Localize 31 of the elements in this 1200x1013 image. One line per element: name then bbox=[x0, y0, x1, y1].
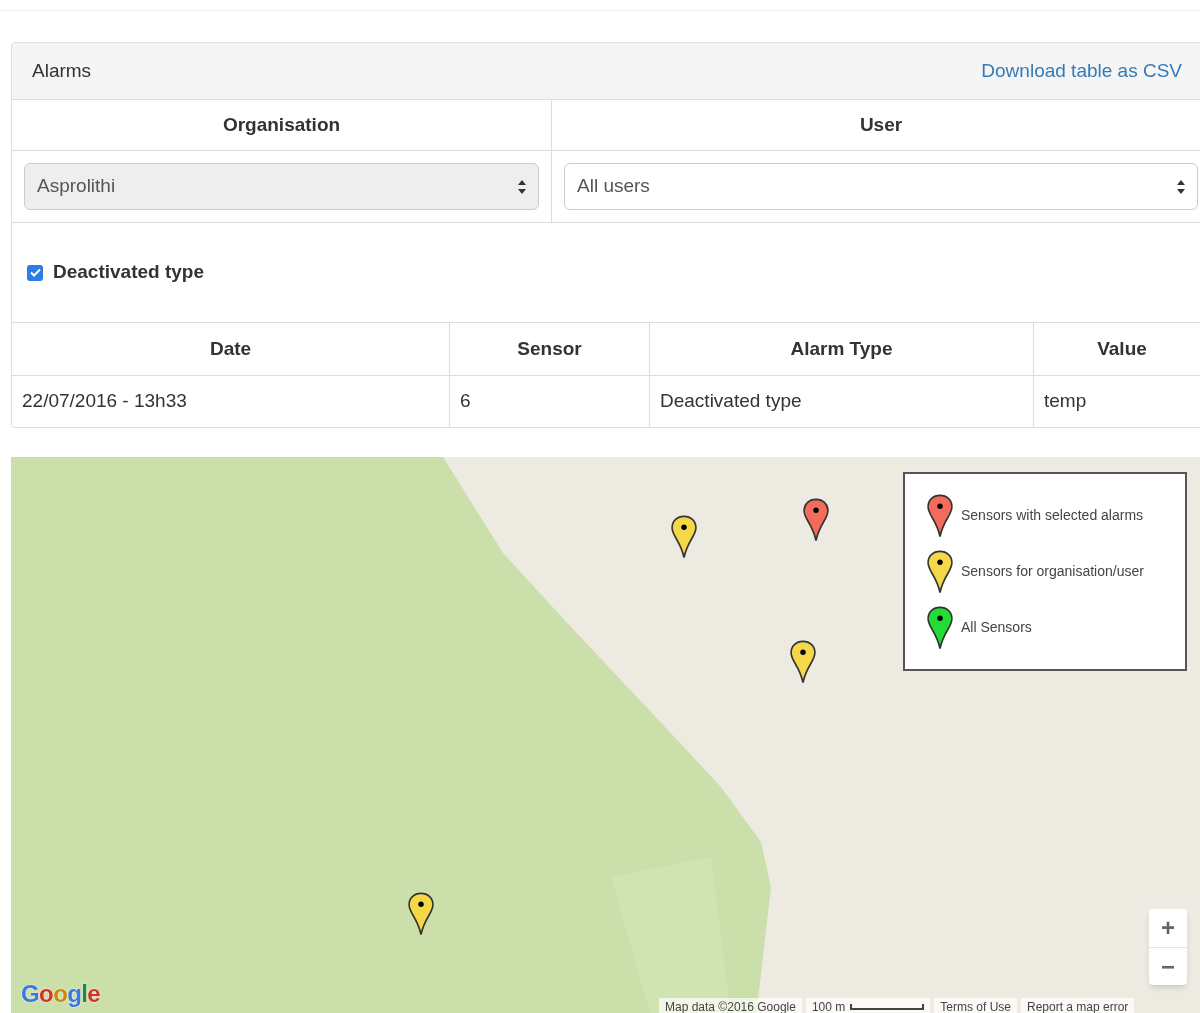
user-select[interactable]: All users bbox=[564, 163, 1198, 210]
map-marker[interactable] bbox=[408, 892, 434, 936]
table-cell: Deactivated type bbox=[650, 376, 1034, 427]
google-logo[interactable]: Google bbox=[21, 979, 101, 1009]
column-header: Organisation bbox=[12, 100, 552, 151]
table-cell: 22/07/2016 - 13h33 bbox=[12, 376, 450, 427]
zoom-out-button[interactable]: − bbox=[1149, 947, 1187, 985]
report-link[interactable]: Report a map error bbox=[1021, 998, 1135, 1013]
column-header: Value bbox=[1096, 336, 1148, 361]
column-header: Sensor bbox=[450, 323, 650, 375]
scale-label: 100 m bbox=[811, 999, 846, 1013]
legend-label: Sensors for organisation/user bbox=[961, 562, 1144, 581]
sort-icon bbox=[518, 179, 526, 194]
panel-title: Alarms bbox=[32, 58, 92, 83]
column-header: Alarm Type bbox=[650, 323, 1034, 375]
map-marker[interactable] bbox=[803, 498, 829, 542]
column-header: User bbox=[552, 100, 1200, 151]
sort-icon bbox=[1177, 179, 1185, 194]
checkbox-label: Deactivated type bbox=[53, 260, 204, 285]
checkbox[interactable] bbox=[27, 264, 43, 281]
map-marker[interactable] bbox=[790, 640, 816, 684]
column-header: Date bbox=[12, 323, 450, 375]
map-marker[interactable] bbox=[671, 515, 697, 559]
table-cell: 6 bbox=[450, 376, 650, 427]
legend-label: Sensors with selected alarms bbox=[961, 506, 1144, 525]
table-cell-text: temp bbox=[1043, 389, 1088, 414]
zoom-in-button[interactable]: + bbox=[1149, 909, 1187, 947]
download-link[interactable]: Download table as CSV bbox=[981, 56, 1190, 86]
terms-link[interactable]: Terms of Use bbox=[934, 998, 1017, 1013]
legend-label: All Sensors bbox=[961, 618, 1032, 637]
map-attribution: Map data ©2016 Google bbox=[659, 998, 802, 1013]
